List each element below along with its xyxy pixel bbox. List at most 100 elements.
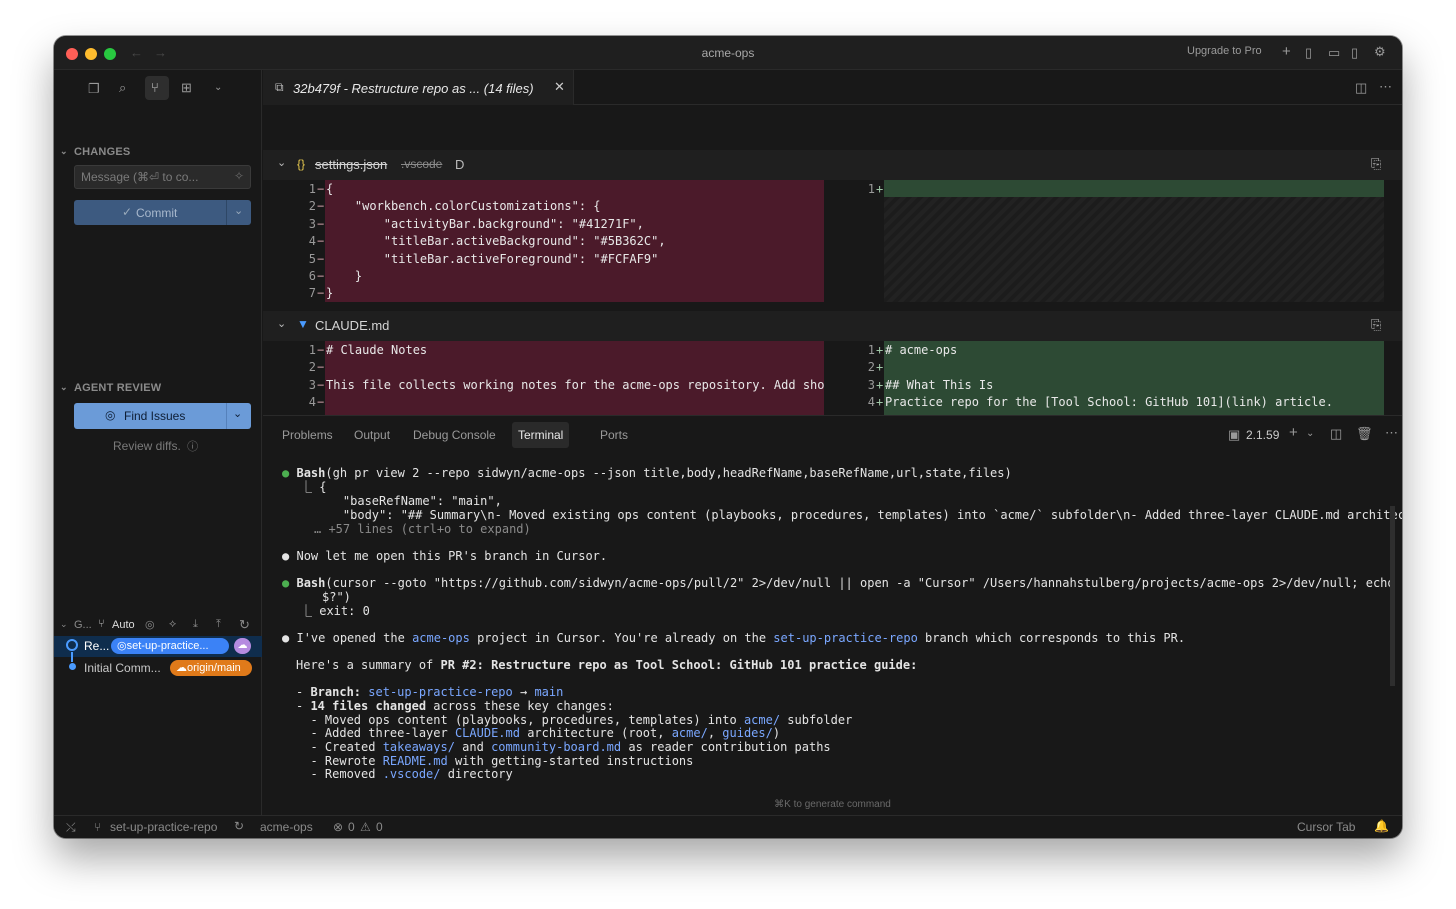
split-editor-icon[interactable]: ◫ (1355, 81, 1367, 95)
line-number: 3 (308, 216, 316, 231)
push-icon[interactable]: ⤒ (216, 618, 221, 631)
t: Branch: (310, 685, 362, 699)
commit-label: Initial Comm... (84, 661, 161, 675)
agent-review-header[interactable]: AGENT REVIEW (74, 382, 161, 394)
agent-review-chevron-icon[interactable]: ⌄ (60, 382, 68, 393)
generate-command-hint: ⌘K to generate command (774, 799, 891, 810)
commit-node-icon (69, 663, 76, 670)
graph-commit-row[interactable]: Re... ◎set-up-practice... ☁ (54, 636, 262, 657)
remote-branch-badge-text: origin/main (187, 662, 241, 674)
diff-marker: − (317, 360, 325, 375)
line-number: 2 (308, 360, 316, 375)
graph-auto-toggle[interactable]: Auto (112, 619, 135, 631)
sparkle-icon[interactable]: ✧ (234, 169, 244, 183)
changes-chevron-icon[interactable]: ⌄ (60, 146, 68, 157)
status-dot-icon: ● (282, 549, 290, 563)
t: - Added three-layer (296, 726, 455, 740)
editor-tab[interactable]: ⧉ 32b479f - Restructure repo as ... (14 … (263, 70, 574, 105)
find-issues-button[interactable]: ◎ Find Issues ⌄ (74, 403, 251, 429)
graph-chevron-icon[interactable]: ⌄ (60, 619, 68, 630)
more-actions-icon[interactable]: ⋯ (1379, 80, 1392, 94)
info-icon[interactable]: ⓘ (187, 441, 198, 453)
extensions-icon[interactable]: ⊞ (181, 81, 192, 95)
source-control-icon[interactable]: ⑂ (145, 76, 169, 100)
commit-dropdown-chevron-icon[interactable]: ⌄ (234, 204, 243, 217)
changes-header[interactable]: CHANGES (74, 146, 130, 158)
more-icon[interactable]: ⋯ (1385, 426, 1398, 440)
terminal-line[interactable]: … +57 lines (ctrl+o to expand) (314, 522, 531, 536)
find-issues-label: Find Issues (124, 409, 186, 423)
app-window: ← → acme-ops Upgrade to Pro + ▯ ▭ ▯ ⚙ ❐ … (54, 36, 1402, 838)
warning-count[interactable]: 0 (376, 820, 383, 834)
status-project[interactable]: acme-ops (260, 820, 313, 834)
tab-ports[interactable]: Ports (600, 428, 628, 442)
upgrade-to-pro-link[interactable]: Upgrade to Pro (1187, 45, 1262, 57)
bell-icon[interactable]: 🔔 (1374, 819, 1389, 833)
branch-icon: ⑂ (98, 618, 105, 630)
new-terminal-icon[interactable]: + (1289, 425, 1298, 440)
status-branch[interactable]: set-up-practice-repo (110, 820, 217, 834)
target-icon[interactable]: ◎ (145, 618, 155, 631)
code-line: } (326, 269, 363, 283)
trash-icon[interactable]: 🗑 (1356, 427, 1373, 441)
bottom-panel: Problems Output Debug Console Terminal P… (263, 415, 1402, 815)
line-number: 4 (867, 395, 875, 410)
tab-problems[interactable]: Problems (282, 428, 333, 442)
file-header[interactable]: ⌄ {} settings.json .vscode D ⎘ (263, 150, 1402, 180)
commit-message-input[interactable]: Message (⌘⏎ to co... ✧ (74, 165, 251, 189)
close-tab-icon[interactable]: ✕ (554, 79, 565, 95)
t: takeaways/ (382, 740, 455, 754)
empty-hatch (884, 197, 1384, 302)
tab-output[interactable]: Output (354, 428, 390, 442)
terminal-dropdown-chevron-icon[interactable]: ⌄ (1306, 427, 1314, 441)
cloud-icon: ☁ (176, 662, 187, 674)
toggle-sidebar-icon[interactable]: ▯ (1305, 46, 1312, 60)
collapse-chevron-icon[interactable]: ⌄ (277, 156, 286, 169)
error-count[interactable]: 0 (348, 820, 355, 834)
open-file-icon[interactable]: ⎘ (1371, 156, 1381, 172)
find-issues-dropdown-chevron-icon[interactable]: ⌄ (233, 407, 242, 420)
tab-debug-console[interactable]: Debug Console (413, 428, 496, 442)
error-icon[interactable]: ⊗ (333, 820, 343, 834)
settings-gear-icon[interactable]: ⚙ (1374, 45, 1386, 59)
t: main (534, 685, 564, 699)
warning-icon[interactable]: ⚠ (360, 820, 371, 834)
file-header[interactable]: ⌄ ▼ CLAUDE.md ⎘ (263, 311, 1402, 341)
plus-icon[interactable]: + (1282, 44, 1291, 59)
status-dot-icon: ● (282, 576, 290, 590)
commit-button[interactable]: ✓ Commit ⌄ (74, 200, 251, 225)
terminal-line: - 14 files changed across these key chan… (296, 699, 614, 713)
terminal-line: - Created takeaways/ and community-board… (296, 740, 830, 754)
graph-commit-row[interactable]: Initial Comm... ☁origin/main (54, 652, 262, 678)
chevron-down-icon[interactable]: ⌄ (214, 81, 222, 95)
cursor-tab-status[interactable]: Cursor Tab (1297, 820, 1355, 834)
t: guides/ (722, 726, 773, 740)
sync-icon[interactable]: ↻ (234, 819, 244, 833)
code-line: "activityBar.background": "#41271F", (326, 216, 644, 231)
diff-marker: + (876, 182, 884, 196)
review-icon: ◎ (105, 408, 116, 422)
split-terminal-icon[interactable]: ◫ (1330, 427, 1342, 441)
search-icon[interactable]: ⌕ (119, 81, 126, 95)
graph-title[interactable]: G... (74, 619, 92, 631)
line-number: 3 (867, 377, 875, 392)
branch-badge-text: set-up-practice... (126, 640, 209, 652)
explorer-icon[interactable]: ❐ (88, 82, 100, 96)
branch-icon: ⑂ (94, 820, 102, 834)
commit-label: Re... (84, 639, 110, 653)
terminal-version[interactable]: 2.1.59 (1246, 428, 1279, 442)
t: ) (772, 726, 781, 740)
pull-icon[interactable]: ⤓ (193, 618, 198, 631)
toggle-panel-icon[interactable]: ▭ (1328, 46, 1340, 60)
remote-icon[interactable]: ⤯ (66, 820, 76, 835)
collapse-chevron-icon[interactable]: ⌄ (277, 317, 286, 330)
diff-marker: − (317, 182, 325, 196)
terminal-scrollbar[interactable] (1390, 506, 1395, 686)
fetch-icon[interactable]: ⟡ (169, 618, 176, 631)
tab-terminal[interactable]: Terminal (512, 422, 570, 448)
toggle-secondary-sidebar-icon[interactable]: ▯ (1351, 46, 1358, 60)
diff-marker: − (317, 286, 325, 301)
open-file-icon[interactable]: ⎘ (1371, 317, 1381, 333)
refresh-icon[interactable]: ↻ (239, 617, 250, 633)
diff-icon: ⧉ (275, 80, 284, 94)
